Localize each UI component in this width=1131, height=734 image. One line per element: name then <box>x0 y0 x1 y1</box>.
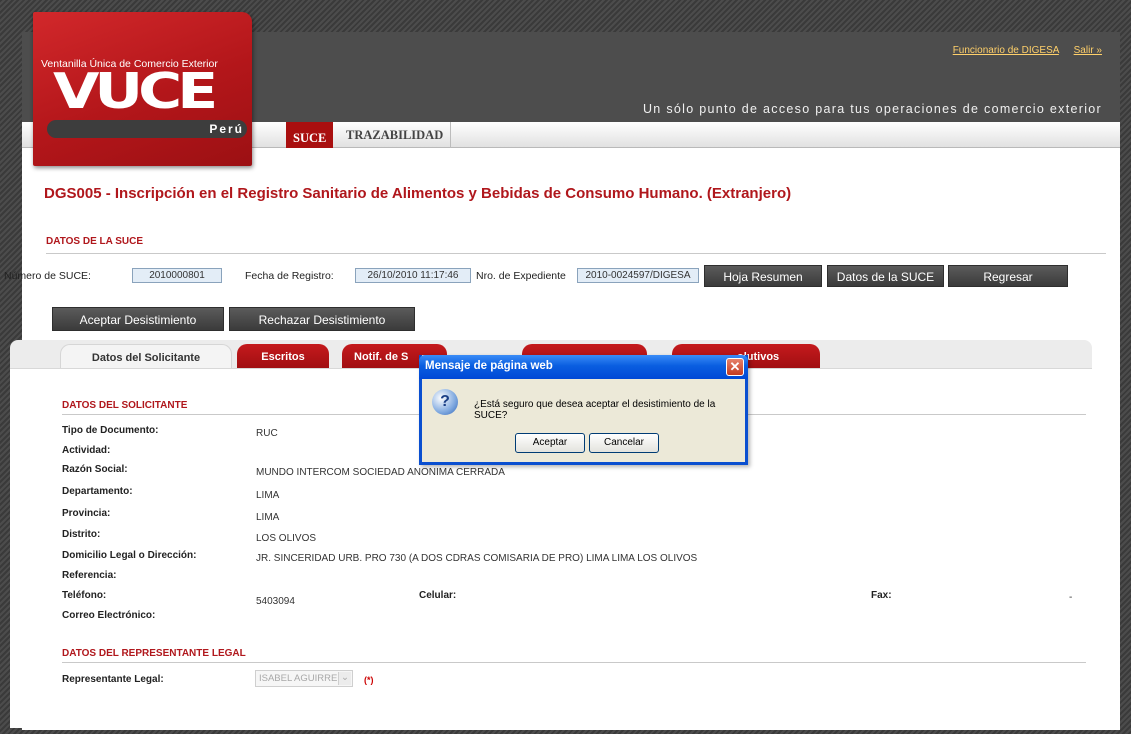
numero-suce-field: 2010000801 <box>132 268 222 283</box>
domicilio-value: JR. SINCERIDAD URB. PRO 730 (A DOS CDRAS… <box>256 553 698 564</box>
representante-label: Representante Legal: <box>62 674 164 685</box>
vuce-logo[interactable]: Ventanilla Única de Comercio Exterior VU… <box>33 12 252 166</box>
logout-link[interactable]: Salir » <box>1074 45 1102 56</box>
numero-suce-label: Número de SUCE: <box>4 270 91 282</box>
chevron-down-icon: ⌄ <box>338 672 351 685</box>
referencia-label: Referencia: <box>62 570 117 581</box>
rechazar-desistimiento-button[interactable]: Rechazar Desistimiento <box>229 307 415 331</box>
regresar-button[interactable]: Regresar <box>948 265 1068 287</box>
actividad-label: Actividad: <box>62 445 111 456</box>
dialog-titlebar[interactable]: Mensaje de página web ✕ <box>419 355 748 379</box>
departamento-value: LIMA <box>256 490 280 501</box>
razon-social-label: Razón Social: <box>62 464 128 475</box>
representante-select[interactable]: ISABEL AGUIRRE ⌄ <box>255 670 353 687</box>
nav-tab-suce[interactable]: SUCE <box>286 122 334 148</box>
page-title: DGS005 - Inscripción en el Registro Sani… <box>44 185 792 202</box>
dialog-title: Mensaje de página web <box>425 360 553 372</box>
celular-label: Celular: <box>419 590 457 601</box>
provincia-value: LIMA <box>256 512 280 523</box>
section-title-representante: DATOS DEL REPRESENTANTE LEGAL <box>62 648 1086 663</box>
logo-text: VUCE <box>53 63 218 121</box>
datos-suce-button[interactable]: Datos de la SUCE <box>827 265 944 287</box>
tab-escritos[interactable]: Escritos <box>237 344 329 370</box>
fax-value: - <box>1069 592 1073 603</box>
representante-value: ISABEL AGUIRRE <box>259 673 338 684</box>
distrito-value: LOS OLIVOS <box>256 533 317 544</box>
domicilio-label: Domicilio Legal o Dirección: <box>62 550 197 561</box>
correo-label: Correo Electrónico: <box>62 610 156 621</box>
user-link[interactable]: Funcionario de DIGESA <box>953 45 1059 56</box>
provincia-label: Provincia: <box>62 508 111 519</box>
required-mark: (*) <box>364 675 374 685</box>
fecha-registro-label: Fecha de Registro: <box>245 270 334 282</box>
header-links: Funcionario de DIGESA Salir » <box>941 45 1102 56</box>
distrito-label: Distrito: <box>62 529 101 540</box>
telefono-label: Teléfono: <box>62 590 107 601</box>
fecha-registro-field: 26/10/2010 11:17:46 <box>355 268 471 283</box>
aceptar-desistimiento-button[interactable]: Aceptar Desistimiento <box>52 307 224 331</box>
dialog-ok-button[interactable]: Aceptar <box>515 433 585 453</box>
dialog-message: ¿Está seguro que desea aceptar el desist… <box>474 399 716 421</box>
dialog-cancel-button[interactable]: Cancelar <box>589 433 659 453</box>
razon-social-value: MUNDO INTERCOM SOCIEDAD ANONIMA CERRADA <box>256 467 505 478</box>
tab-datos-solicitante[interactable]: Datos del Solicitante <box>60 344 232 370</box>
telefono-value: 5403094 <box>256 596 295 607</box>
logo-country: Perú <box>209 122 244 136</box>
tagline: Un sólo punto de acceso para tus operaci… <box>642 102 1102 116</box>
expediente-field: 2010-0024597/DIGESA <box>577 268 699 283</box>
close-icon[interactable]: ✕ <box>726 358 744 376</box>
section-title-suce: DATOS DE LA SUCE <box>46 236 1106 254</box>
departamento-label: Departamento: <box>62 486 133 497</box>
fax-label: Fax: <box>871 590 892 601</box>
tipo-documento-value: RUC <box>256 428 278 439</box>
hoja-resumen-button[interactable]: Hoja Resumen <box>704 265 822 287</box>
tipo-documento-label: Tipo de Documento: <box>62 425 159 436</box>
question-icon: ? <box>432 389 458 415</box>
nav-tab-trazabilidad[interactable]: TRAZABILIDAD <box>339 122 452 148</box>
expediente-label: Nro. de Expediente <box>476 270 566 282</box>
confirm-dialog: Mensaje de página web ✕ ? ¿Está seguro q… <box>419 355 748 465</box>
